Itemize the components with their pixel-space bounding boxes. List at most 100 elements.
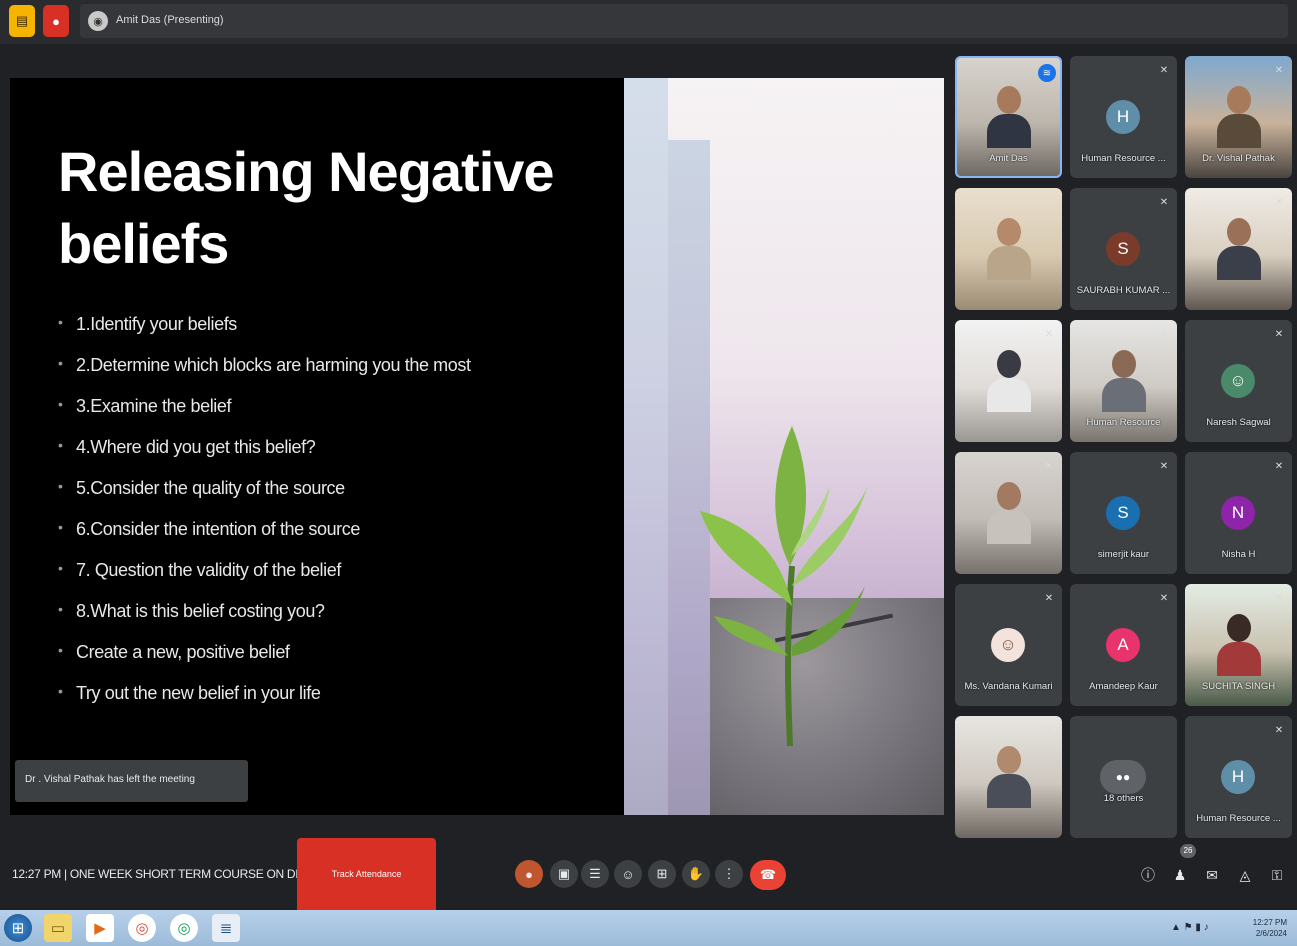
mic-off-icon: ✕: [1159, 65, 1169, 76]
chat-icon[interactable]: ✉: [1201, 864, 1223, 886]
mic-off-icon: ✕: [1159, 329, 1169, 340]
info-icon[interactable]: ⓘ: [1137, 864, 1159, 886]
system-clock[interactable]: 12:27 PM 2/6/2024: [1253, 917, 1287, 939]
mic-off-icon: ✕: [1274, 461, 1284, 472]
others-avatars: ●●: [1100, 760, 1146, 794]
tray-icons[interactable]: ▲ ⚑ ▮ ♪: [1171, 922, 1209, 933]
participant-name: SUCHITA SINGH: [1201, 681, 1276, 692]
participant-avatar: ☺: [991, 628, 1025, 662]
mic-off-icon: ✕: [1274, 197, 1284, 208]
emoji-icon[interactable]: ☺: [614, 860, 642, 888]
camera-icon[interactable]: ▣: [550, 860, 578, 888]
recording-icon[interactable]: ●: [43, 5, 69, 37]
mic-off-icon: ✕: [1274, 65, 1284, 76]
presenter-label: Amit Das (Presenting): [116, 14, 224, 26]
participant-video: [1217, 86, 1261, 148]
slide-bullet: 2.Determine which blocks are harming you…: [58, 355, 471, 396]
participant-avatar: H: [1221, 760, 1255, 794]
participant-avatar: N: [1221, 496, 1255, 530]
file-explorer-icon[interactable]: ▭: [44, 914, 72, 942]
participant-tile[interactable]: ✕: [1185, 188, 1292, 310]
speaking-indicator-icon: ≋: [1038, 64, 1056, 82]
participant-name: 18 others: [1103, 793, 1144, 804]
mic-off-icon: ✕: [1044, 593, 1054, 604]
participant-tile[interactable]: ✕ A Amandeep Kaur: [1070, 584, 1177, 706]
participant-video: [987, 482, 1031, 544]
mic-off-icon: ✕: [1044, 329, 1054, 340]
slide-bullet: 4.Where did you get this belief?: [58, 437, 471, 478]
presenter-avatar: ◉: [88, 11, 108, 31]
participant-tile[interactable]: ✕ Human Resource: [1070, 320, 1177, 442]
participant-tile[interactable]: ✕: [955, 452, 1062, 574]
participant-avatar: H: [1106, 100, 1140, 134]
meeting-files-icon[interactable]: ▤: [9, 5, 35, 37]
more-options-icon[interactable]: ⋮: [715, 860, 743, 888]
participant-tile[interactable]: ✕: [955, 320, 1062, 442]
slide-bullet: 7. Question the validity of the belief: [58, 560, 471, 601]
participant-name: Nisha H: [1221, 549, 1256, 560]
slide-bullet-list: 1.Identify your beliefs 2.Determine whic…: [58, 314, 471, 724]
participant-tile[interactable]: ✕ S simerjit kaur: [1070, 452, 1177, 574]
slide-bullet: 5.Consider the quality of the source: [58, 478, 471, 519]
participant-tile[interactable]: ✕ ☺ Naresh Sagwal: [1185, 320, 1292, 442]
participant-video: [987, 218, 1031, 280]
meeting-controls-bar: 12:27 PM | ONE WEEK SHORT TERM COURSE ON…: [0, 838, 1297, 910]
participant-tile[interactable]: ✕ S SAURABH KUMAR ...: [1070, 188, 1177, 310]
presenter-chip[interactable]: ◉ Amit Das (Presenting): [80, 4, 1288, 38]
participant-avatar: ☺: [1221, 364, 1255, 398]
mic-off-icon: ✕: [1159, 197, 1169, 208]
clock-time: 12:27 PM: [1252, 918, 1287, 927]
participant-name: Amit Das: [989, 153, 1028, 164]
participant-name: Dr. Vishal Pathak: [1202, 153, 1275, 164]
slide-bullet: Create a new, positive belief: [58, 642, 471, 683]
mic-off-icon: ✕: [1274, 725, 1284, 736]
slide-bullet: Try out the new belief in your life: [58, 683, 471, 724]
participant-video: [1217, 614, 1261, 676]
participant-tile[interactable]: ✕ N Nisha H: [1185, 452, 1292, 574]
raise-hand-icon[interactable]: ✋: [682, 860, 710, 888]
meeting-time-title: 12:27 PM | ONE WEEK SHORT TERM COURSE ON…: [12, 867, 325, 881]
present-screen-icon[interactable]: ⊞: [648, 860, 676, 888]
top-bar: ▤ ● ◉ Amit Das (Presenting): [0, 0, 1297, 44]
chrome-active-icon[interactable]: ◎: [170, 914, 198, 942]
meeting-time: 12:27 PM: [12, 867, 61, 881]
captions-icon[interactable]: ☰: [581, 860, 609, 888]
participant-tile[interactable]: ✕ Dr. Vishal Pathak: [1185, 56, 1292, 178]
start-button-icon[interactable]: ⊞: [4, 914, 32, 942]
participant-video: [987, 86, 1031, 148]
image-band: [624, 78, 668, 815]
system-tray: ▲ ⚑ ▮ ♪ 12:27 PM 2/6/2024: [1157, 914, 1287, 942]
slide-title: Releasing Negative beliefs: [58, 140, 555, 275]
notepad-icon[interactable]: ≣: [212, 914, 240, 942]
participant-avatar: A: [1106, 628, 1140, 662]
media-player-icon[interactable]: ▶: [86, 914, 114, 942]
avatar-reaction-icon[interactable]: ●: [515, 860, 543, 888]
participant-count-badge: 26: [1180, 844, 1196, 858]
people-icon[interactable]: ♟: [1169, 864, 1191, 886]
participant-avatar: S: [1106, 496, 1140, 530]
end-call-button[interactable]: ☎: [750, 860, 786, 890]
participant-tile[interactable]: ✕ ☺ Ms. Vandana Kumari: [955, 584, 1062, 706]
slide-bullet: 8.What is this belief costing you?: [58, 601, 471, 642]
mic-off-icon: ✕: [1274, 329, 1284, 340]
participant-tile[interactable]: ✕: [955, 716, 1062, 838]
mic-off-icon: ✕: [1044, 461, 1054, 472]
left-meeting-notice: Dr . Vishal Pathak has left the meeting: [15, 760, 248, 802]
os-taskbar: ⊞ ▭ ▶ ◎ ◎ ≣ ▲ ⚑ ▮ ♪ 12:27 PM 2/6/2024: [0, 910, 1297, 946]
participant-name: simerjit kaur: [1097, 549, 1150, 560]
participant-tile[interactable]: ✕ H Human Resource ...: [1185, 716, 1292, 838]
chrome-icon[interactable]: ◎: [128, 914, 156, 942]
participant-tile[interactable]: ✕ SUCHITA SINGH: [1185, 584, 1292, 706]
participant-tile[interactable]: ●● 18 others: [1070, 716, 1177, 838]
meeting-title: ONE WEEK SHORT TERM COURSE ON DIGIT...: [69, 867, 326, 881]
participant-name: Amandeep Kaur: [1089, 681, 1158, 692]
participant-tile[interactable]: [955, 188, 1062, 310]
sprout-plant: [700, 426, 868, 746]
track-attendance-button[interactable]: Track Attendance: [297, 838, 436, 910]
participant-tile[interactable]: ✕ H Human Resource ...: [1070, 56, 1177, 178]
participant-tile[interactable]: ≋ Amit Das: [955, 56, 1062, 178]
participant-video: [1102, 350, 1146, 412]
host-controls-lock-icon[interactable]: ⚿: [1266, 864, 1288, 886]
participant-name: Human Resource ...: [1081, 153, 1166, 164]
activities-icon[interactable]: ◬: [1234, 864, 1256, 886]
